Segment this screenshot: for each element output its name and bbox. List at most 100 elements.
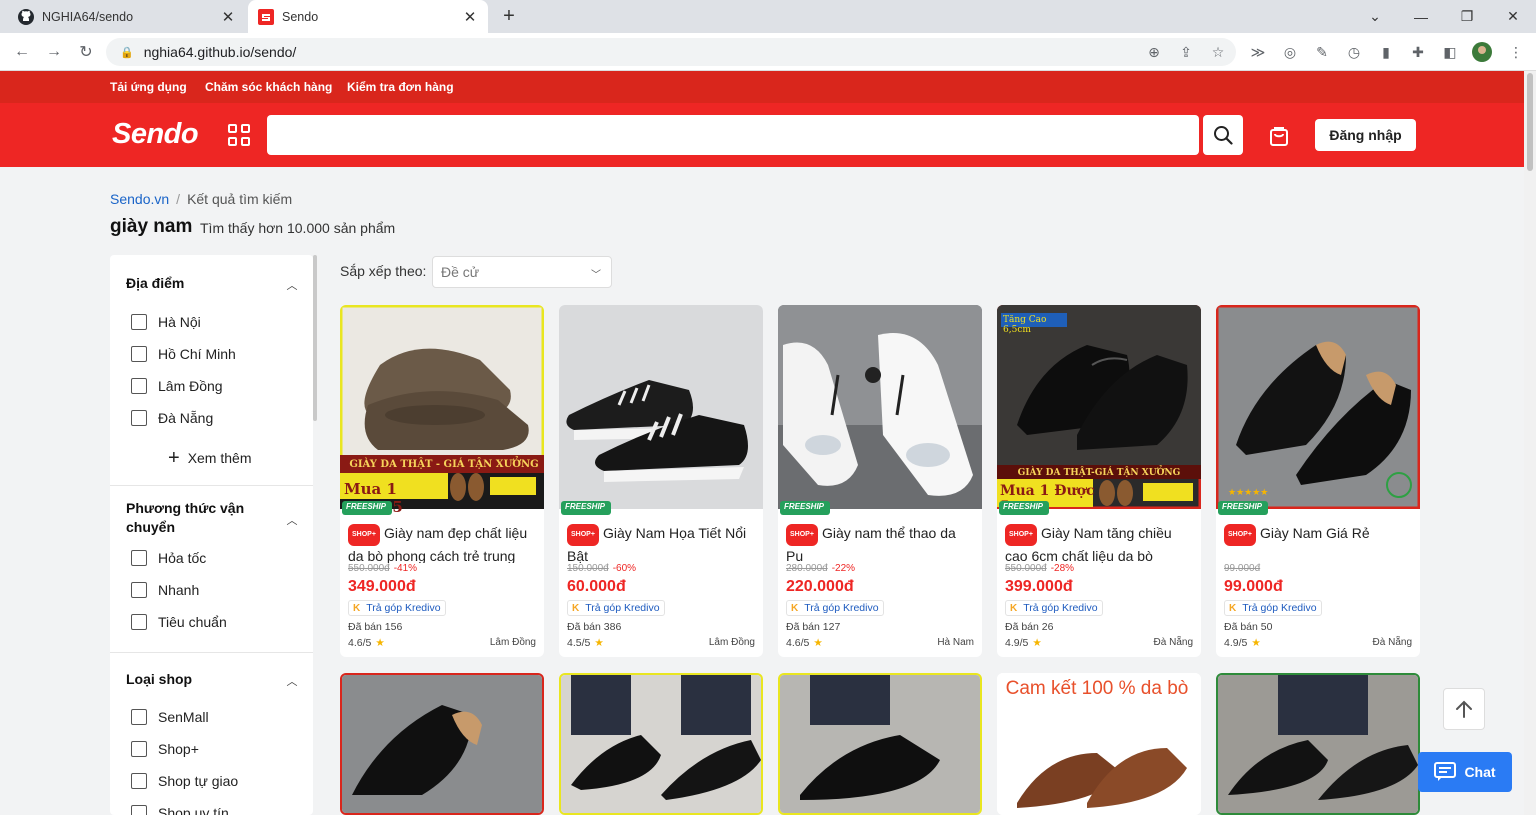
filter-title: Địa điểm (126, 275, 185, 291)
old-price: 99.000đ (1224, 563, 1261, 574)
extension-arrows-icon[interactable]: ≫ (1248, 42, 1268, 62)
product-image[interactable] (997, 305, 1201, 509)
cart-button[interactable] (1265, 123, 1293, 149)
menu-kebab-icon[interactable]: ⋮ (1506, 42, 1526, 62)
product-card[interactable] (778, 673, 982, 815)
product-name[interactable]: SHOP+ Giày Nam tăng chiều cao 6cm chất li… (1005, 523, 1193, 563)
check-order-link[interactable]: Kiểm tra đơn hàng (347, 80, 454, 94)
back-icon[interactable]: ← (11, 41, 33, 63)
sort-select[interactable]: Đề cử ﹀ (432, 256, 612, 288)
product-image[interactable] (780, 675, 982, 815)
product-card[interactable]: FREESHIP SHOP+ Giày Nam Họa Tiết Nổi Bật … (559, 305, 763, 657)
product-name[interactable]: SHOP+ Giày nam đẹp chất liệu da bò phong … (348, 523, 536, 563)
product-image[interactable] (340, 305, 544, 509)
tab-search-icon[interactable]: ⌄ (1352, 0, 1398, 33)
forward-icon[interactable]: → (43, 41, 65, 63)
result-count: Tìm thấy hơn 10.000 sản phẩm (200, 220, 396, 236)
filter-option[interactable]: Shop uy tín (131, 805, 229, 815)
product-name[interactable]: SHOP+ Giày Nam Giá Rẻ (1224, 523, 1412, 563)
filter-option[interactable]: SenMall (131, 709, 209, 725)
close-tab-icon[interactable]: ✕ (220, 8, 236, 26)
extension-circle-icon[interactable]: ◎ (1280, 42, 1300, 62)
product-image[interactable] (1218, 675, 1420, 815)
filter-option[interactable]: Hỏa tốc (131, 550, 206, 566)
product-image[interactable] (778, 305, 982, 509)
side-panel-icon[interactable]: ◧ (1440, 42, 1460, 62)
star-icon: ★ (1032, 637, 1042, 649)
product-image[interactable] (561, 675, 763, 815)
breadcrumb-home-link[interactable]: Sendo.vn (110, 191, 169, 207)
checkbox[interactable] (131, 550, 147, 566)
checkbox[interactable] (131, 346, 147, 362)
url-field[interactable]: 🔒 nghia64.github.io/sendo/ (106, 38, 1236, 66)
filter-option[interactable]: Hồ Chí Minh (131, 346, 236, 362)
extension-pen-icon[interactable]: ✎ (1312, 42, 1332, 62)
see-more-button[interactable]: + Xem thêm (168, 448, 252, 468)
checkbox[interactable] (131, 773, 147, 789)
search-input[interactable] (267, 115, 1199, 155)
profile-avatar[interactable] (1472, 42, 1492, 62)
chevron-up-icon[interactable]: ︿ (286, 673, 298, 688)
sendo-logo[interactable]: Sendo (112, 118, 199, 151)
download-app-link[interactable]: Tải ứng dụng (110, 80, 187, 94)
chat-button[interactable]: Chat (1418, 752, 1512, 792)
filter-option[interactable]: Shop+ (131, 741, 199, 757)
checkbox[interactable] (131, 410, 147, 426)
customer-care-link[interactable]: Chăm sóc khách hàng (205, 80, 332, 94)
new-tab-button[interactable]: + (498, 5, 520, 27)
login-button[interactable]: Đăng nhập (1315, 119, 1416, 151)
checkbox[interactable] (131, 378, 147, 394)
product-image[interactable] (342, 675, 544, 815)
freeship-badge: FREESHIP (780, 501, 831, 515)
product-name[interactable]: SHOP+ Giày nam thể thao da Pu (786, 523, 974, 563)
checkbox[interactable] (131, 582, 147, 598)
product-card[interactable]: Cam kết 100 % da bò (997, 673, 1201, 815)
zoom-icon[interactable]: ⊕ (1144, 42, 1164, 62)
bookmark-star-icon[interactable]: ☆ (1208, 42, 1228, 62)
product-image[interactable]: ★★★★★ (1216, 305, 1420, 509)
category-grid-icon[interactable] (228, 124, 250, 146)
share-icon[interactable]: ⇪ (1176, 42, 1196, 62)
star-icon: ★ (1251, 637, 1261, 649)
product-card[interactable] (559, 673, 763, 815)
filter-option[interactable]: Hà Nội (131, 314, 201, 330)
sidebar-scrollbar[interactable] (313, 255, 317, 421)
scrollbar-thumb[interactable] (1527, 73, 1533, 171)
extensions-puzzle-icon[interactable]: ✚ (1408, 42, 1428, 62)
minimize-icon[interactable]: — (1398, 0, 1444, 33)
browser-tab-sendo[interactable]: Sendo ✕ (248, 0, 488, 33)
filter-option[interactable]: Tiêu chuẩn (131, 614, 227, 630)
product-image[interactable] (559, 305, 763, 509)
checkbox[interactable] (131, 709, 147, 725)
restore-icon[interactable]: ❐ (1444, 0, 1490, 33)
filter-option[interactable]: Đà Nẵng (131, 410, 213, 426)
filter-option[interactable]: Lâm Đồng (131, 378, 223, 394)
product-card[interactable] (340, 673, 544, 815)
product-name[interactable]: SHOP+ Giày Nam Họa Tiết Nổi Bật (567, 523, 755, 563)
extension-compass-icon[interactable]: ◷ (1344, 42, 1364, 62)
chevron-up-icon[interactable]: ︿ (286, 512, 298, 527)
close-tab-icon[interactable]: ✕ (462, 8, 478, 26)
close-window-icon[interactable]: ✕ (1490, 0, 1536, 33)
browser-tab-strip: NGHIA64/sendo ✕ Sendo ✕ + ⌄ — ❐ ✕ (0, 0, 1536, 33)
filter-option[interactable]: Shop tự giao (131, 773, 238, 789)
page-scrollbar[interactable] (1524, 71, 1536, 815)
back-to-top-button[interactable] (1443, 688, 1485, 730)
browser-tab-github[interactable]: NGHIA64/sendo ✕ (8, 0, 246, 33)
extension-bar-icon[interactable]: ▮ (1376, 42, 1396, 62)
product-card[interactable] (1216, 673, 1420, 815)
chevron-up-icon[interactable]: ︿ (286, 277, 298, 292)
checkbox[interactable] (131, 741, 147, 757)
product-card[interactable]: ★★★★★ FREESHIP SHOP+ Giày Nam Giá Rẻ 99.0… (1216, 305, 1420, 657)
reload-icon[interactable]: ↻ (75, 41, 97, 63)
shop-plus-badge: SHOP+ (1005, 524, 1037, 546)
checkbox[interactable] (131, 805, 147, 815)
product-card[interactable]: GIÀY DA THẬT - GIÁ TẬN XƯỞNG Mua 1 Được … (340, 305, 544, 657)
kredivo-icon: K (1229, 602, 1237, 614)
checkbox[interactable] (131, 614, 147, 630)
product-card[interactable]: FREESHIP SHOP+ Giày nam thể thao da Pu 28… (778, 305, 982, 657)
checkbox[interactable] (131, 314, 147, 330)
filter-option[interactable]: Nhanh (131, 582, 199, 598)
search-button[interactable] (1203, 115, 1243, 155)
product-card[interactable]: Tăng Cao 6,5cm GIÀY DA THẬT-GIÁ TẬN XƯỞN… (997, 305, 1201, 657)
